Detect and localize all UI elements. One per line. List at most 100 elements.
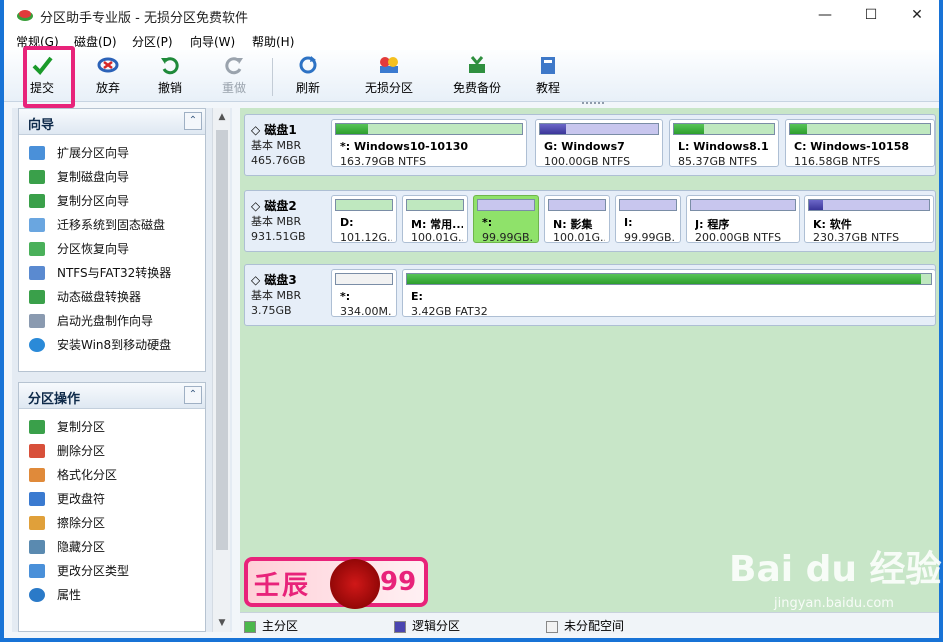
partition-block[interactable]: G: Windows7 100.00GB NTFS xyxy=(535,119,663,168)
collapse-icon[interactable]: ⌃ xyxy=(184,386,202,404)
copy-partition-icon xyxy=(29,420,45,434)
ops-item-label: 复制分区 xyxy=(57,420,106,434)
ops-item[interactable]: 格式化分区 xyxy=(27,463,205,487)
disk-type: 基本 MBR xyxy=(251,289,302,302)
ops-item[interactable]: 更改盘符 xyxy=(27,487,205,511)
disk-size: 931.51GB xyxy=(251,230,306,243)
left-sidebar: 向导 ⌃ 扩展分区向导 复制磁盘向导 复制分区向导 迁移系统到固态磁盘 分区恢复… xyxy=(12,108,232,632)
legend-swatch xyxy=(546,620,558,633)
wizard-item[interactable]: 安装Win8到移动硬盘 xyxy=(27,333,205,357)
disk-info: ◇ 磁盘2 基本 MBR 931.51GB xyxy=(251,197,331,244)
extend-wizard-icon xyxy=(29,146,45,160)
partition-block[interactable]: K: 软件 230.37GB NTFS xyxy=(804,195,934,244)
ops-item[interactable]: 删除分区 xyxy=(27,439,205,463)
ops-item-label: 删除分区 xyxy=(57,444,106,458)
boot-cd-icon xyxy=(29,314,45,328)
disk-row[interactable]: ◇ 磁盘3 基本 MBR 3.75GB *: 334.00M... E: 3.42GB FA… xyxy=(244,264,936,326)
tutorial-label: 教程 xyxy=(535,81,560,95)
wizard-item-label: 安装Win8到移动硬盘 xyxy=(57,338,172,352)
ops-list: 复制分区 删除分区 格式化分区 更改盘符 擦除分区 隐藏分区 更改分区类型 属性 xyxy=(19,409,205,607)
redo-button[interactable]: 重做 xyxy=(214,54,254,98)
refresh-icon xyxy=(299,56,317,74)
menu-wizard[interactable]: 向导(W) xyxy=(190,33,235,50)
redo-label: 重做 xyxy=(221,81,246,95)
disk-row[interactable]: ◇ 磁盘1 基本 MBR 465.76GB *: Windows10-10130 163… xyxy=(244,114,936,176)
usage-fill xyxy=(674,124,704,134)
window-title: 分区助手专业版 - 无损分区免费软件 xyxy=(40,11,248,26)
partition-block[interactable]: I: 99.99GB... xyxy=(615,195,681,244)
partition-name: C: Windows-10158 xyxy=(794,140,910,153)
ops-item[interactable]: 属性 xyxy=(27,583,205,607)
legend-label: 主分区 xyxy=(262,619,299,633)
discard-icon xyxy=(97,57,119,73)
legend-swatch xyxy=(244,620,256,633)
wizard-item[interactable]: 迁移系统到固态磁盘 xyxy=(27,213,205,237)
sidebar-scrollbar[interactable]: ▲ ▼ xyxy=(212,108,230,632)
undo-button[interactable]: 撤销 xyxy=(150,54,190,98)
redo-icon xyxy=(225,57,243,75)
menu-disk[interactable]: 磁盘(D) xyxy=(74,33,117,50)
highlight-box xyxy=(23,46,75,108)
minimize-button[interactable]: — xyxy=(802,0,848,30)
wizard-item[interactable]: 复制磁盘向导 xyxy=(27,165,205,189)
undo-label: 撤销 xyxy=(157,81,182,95)
maximize-button[interactable]: ☐ xyxy=(848,0,894,30)
free-backup-button[interactable]: 免费备份 xyxy=(448,54,506,98)
partition-block[interactable]: M: 常用... 100.01G... xyxy=(402,195,468,244)
discard-button[interactable]: 放弃 xyxy=(88,54,128,98)
usage-bar xyxy=(335,123,523,135)
partition-size: 163.79GB NTFS xyxy=(340,155,427,168)
scroll-thumb[interactable] xyxy=(216,130,228,550)
partition-block[interactable]: N: 影集 100.01G... xyxy=(544,195,610,244)
partition-block[interactable]: D: 101.12G... xyxy=(331,195,397,244)
partition-block[interactable]: *: Windows10-10130 163.79GB NTFS xyxy=(331,119,527,168)
ops-item-label: 更改盘符 xyxy=(57,492,106,506)
tutorial-button[interactable]: 教程 xyxy=(528,54,568,98)
usage-fill xyxy=(336,124,368,134)
splitter-grip[interactable] xyxy=(582,102,604,106)
scroll-up-icon[interactable]: ▲ xyxy=(213,112,231,122)
partition-name: *: xyxy=(340,290,351,303)
wizard-item[interactable]: 启动光盘制作向导 xyxy=(27,309,205,333)
ops-item-label: 格式化分区 xyxy=(57,468,118,482)
collapse-icon[interactable]: ⌃ xyxy=(184,112,202,130)
usage-bar xyxy=(619,199,677,211)
stamp-number: 99 xyxy=(380,567,417,597)
usage-fill xyxy=(790,124,807,134)
wizard-item[interactable]: 动态磁盘转换器 xyxy=(27,285,205,309)
ops-item-label: 属性 xyxy=(57,588,82,602)
partition-block[interactable]: *: 99.99GB... xyxy=(473,195,539,244)
refresh-button[interactable]: 刷新 xyxy=(288,54,328,98)
ops-panel-header: 分区操作 ⌃ xyxy=(19,383,205,409)
ops-item[interactable]: 复制分区 xyxy=(27,415,205,439)
partition-block[interactable]: L: Windows8.1 85.37GB NTFS xyxy=(669,119,779,168)
menu-partition[interactable]: 分区(P) xyxy=(132,33,173,50)
ops-item[interactable]: 隐藏分区 xyxy=(27,535,205,559)
partition-name: *: Windows10-10130 xyxy=(340,140,468,153)
partition-size: 200.00GB NTFS xyxy=(695,231,782,244)
usage-bar xyxy=(548,199,606,211)
disk-info: ◇ 磁盘1 基本 MBR 465.76GB xyxy=(251,121,331,168)
lossless-partition-button[interactable]: 无损分区 xyxy=(360,54,418,98)
ops-item[interactable]: 擦除分区 xyxy=(27,511,205,535)
scroll-down-icon[interactable]: ▼ xyxy=(213,618,231,628)
partition-block[interactable]: E: 3.42GB FAT32 xyxy=(402,269,936,318)
wizard-item[interactable]: 扩展分区向导 xyxy=(27,141,205,165)
partition-block[interactable]: *: 334.00M... xyxy=(331,269,397,318)
partition-size: 85.37GB NTFS xyxy=(678,155,758,168)
wizard-item[interactable]: 分区恢复向导 xyxy=(27,237,205,261)
wizard-item[interactable]: 复制分区向导 xyxy=(27,189,205,213)
usage-bar xyxy=(335,273,393,285)
ops-item[interactable]: 更改分区类型 xyxy=(27,559,205,583)
disk-row[interactable]: ◇ 磁盘2 基本 MBR 931.51GB D: 101.12G... M: 常用... 1… xyxy=(244,190,936,252)
partition-block[interactable]: J: 程序 200.00GB NTFS xyxy=(686,195,800,244)
menu-bar: 常规(G) 磁盘(D) 分区(P) 向导(W) 帮助(H) xyxy=(4,30,939,50)
partition-block[interactable]: C: Windows-10158 116.58GB NTFS xyxy=(785,119,935,168)
wizard-item[interactable]: NTFS与FAT32转换器 xyxy=(27,261,205,285)
menu-help[interactable]: 帮助(H) xyxy=(252,33,294,50)
copy-partition-icon xyxy=(29,194,45,208)
usage-fill xyxy=(540,124,566,134)
partition-name: G: Windows7 xyxy=(544,140,625,153)
disk-size: 3.75GB xyxy=(251,304,292,317)
close-button[interactable]: ✕ xyxy=(894,0,940,30)
